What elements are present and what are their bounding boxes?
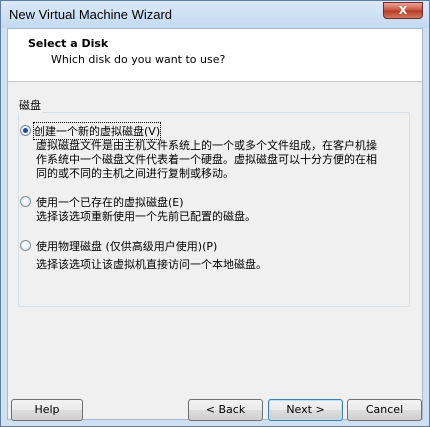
- title-bar[interactable]: New Virtual Machine Wizard X: [1, 1, 429, 28]
- description-line: 虚拟磁盘文件是由主机文件系统上的一个或多个文件组成，在客户机操: [36, 139, 377, 152]
- disk-group-label: 磁盘: [18, 97, 42, 113]
- wizard-window: New Virtual Machine Wizard X Select a Di…: [0, 0, 430, 427]
- wizard-header: Select a Disk Which disk do you want to …: [8, 29, 422, 82]
- description-line: 选择该选项重新使用一个先前已配置的磁盘。: [36, 210, 256, 223]
- next-button[interactable]: Next >: [268, 399, 343, 421]
- option-use-physical-disk-description: 选择该选项让该虚拟机直接访问一个本地磁盘。: [36, 258, 406, 272]
- description-line: 选择该选项让该虚拟机直接访问一个本地磁盘。: [36, 258, 267, 271]
- description-line: 同的或不同的主机之间进行复制或移动。: [36, 167, 234, 180]
- option-create-new-disk-description: 虚拟磁盘文件是由主机文件系统上的一个或多个文件组成，在客户机操 作系统中一个磁盘…: [36, 139, 406, 181]
- option-use-existing-disk-description: 选择该选项重新使用一个先前已配置的磁盘。: [36, 210, 406, 224]
- close-button[interactable]: X: [383, 2, 423, 19]
- close-icon: X: [398, 4, 408, 17]
- page-title: Select a Disk: [28, 37, 109, 50]
- option-create-new-disk-label[interactable]: 创建一个新的虚拟磁盘(V): [32, 122, 162, 140]
- cancel-button[interactable]: Cancel: [347, 399, 422, 421]
- option-use-physical-disk-label[interactable]: 使用物理磁盘 (仅供高级用户使用)(P): [36, 238, 217, 254]
- radio-use-physical-disk[interactable]: [20, 240, 31, 251]
- wizard-body: Select a Disk Which disk do you want to …: [7, 28, 423, 420]
- option-use-existing-disk-label[interactable]: 使用一个已存在的虚拟磁盘(E): [36, 194, 184, 210]
- window-title: New Virtual Machine Wizard: [9, 7, 173, 22]
- description-line: 作系统中一个磁盘文件代表着一个硬盘。虚拟磁盘可以十分方便的在相: [36, 153, 377, 166]
- radio-create-new-disk[interactable]: [20, 125, 31, 136]
- radio-use-existing-disk[interactable]: [20, 196, 31, 207]
- back-button[interactable]: < Back: [188, 399, 263, 421]
- help-button[interactable]: Help: [11, 399, 83, 421]
- page-subtitle: Which disk do you want to use?: [51, 53, 226, 66]
